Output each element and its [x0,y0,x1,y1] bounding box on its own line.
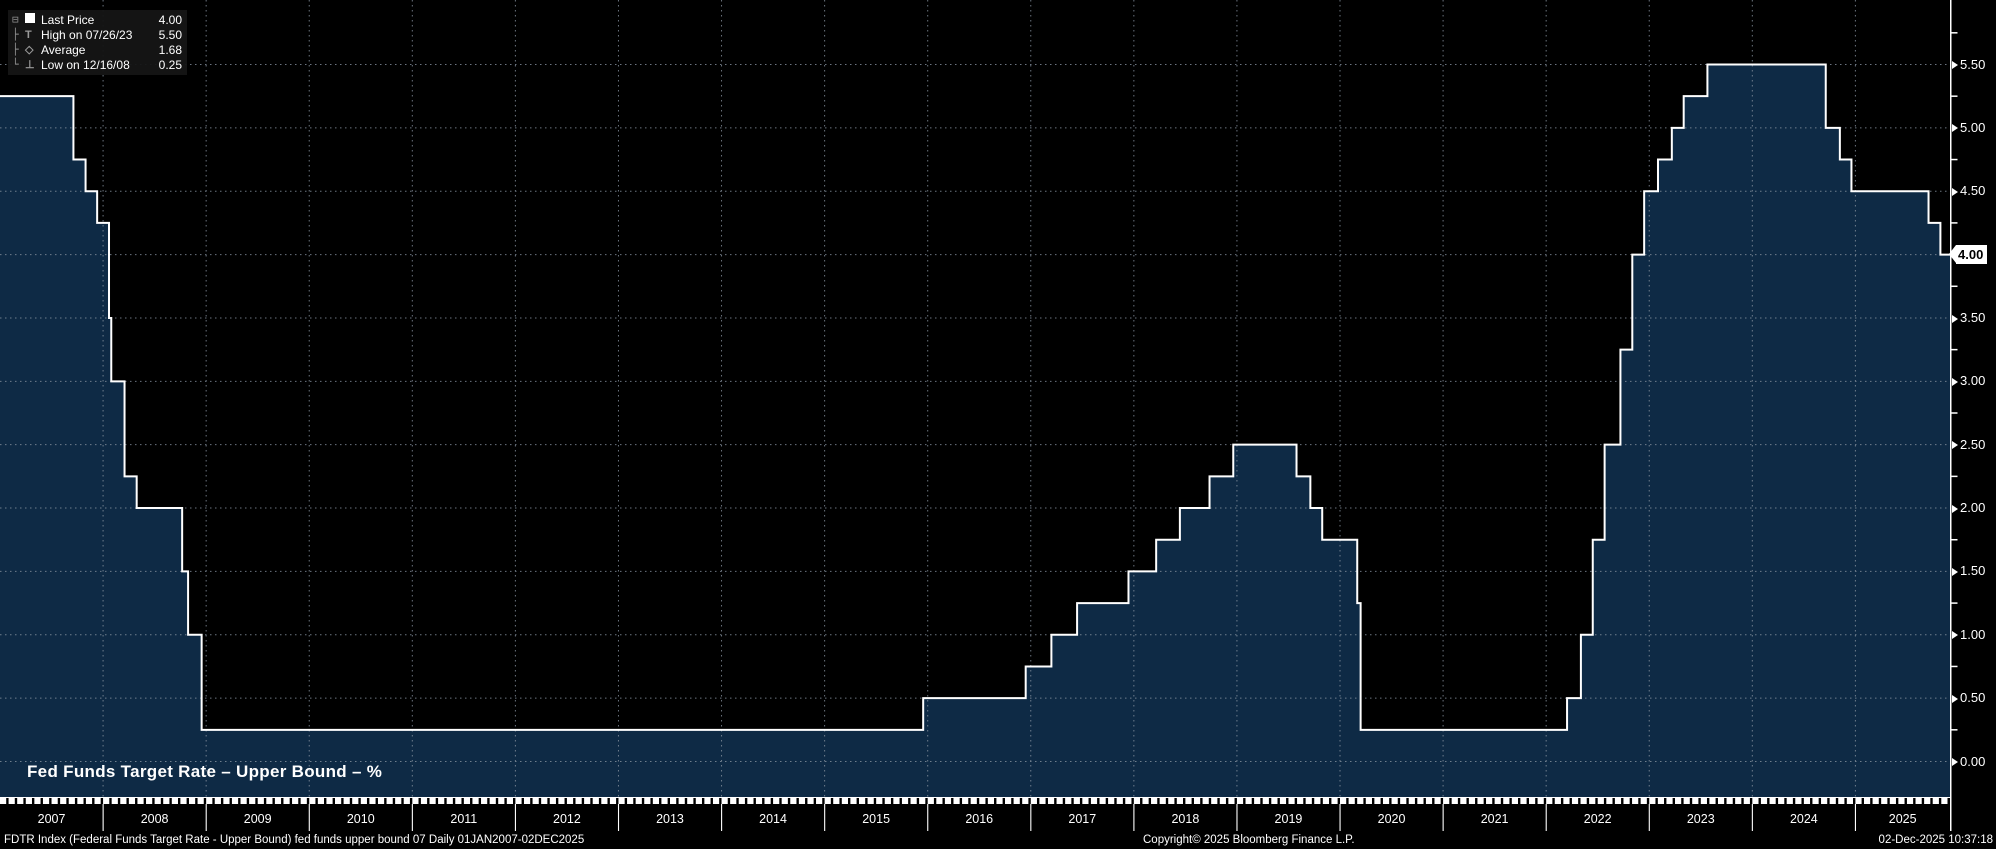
tick-arrow-icon [1952,187,1958,196]
x-axis-year-label: 2016 [965,812,994,826]
y-axis-label: 1.00 [1952,627,1985,643]
x-axis-year-label: 2024 [1789,812,1818,826]
legend-label: Low on 12/16/08 [41,57,130,72]
y-axis-label: 3.50 [1952,310,1985,326]
tick-arrow-icon [1952,504,1958,513]
x-axis-year-label: 2013 [656,812,684,826]
x-axis-year-label: 2025 [1888,812,1917,826]
legend-label: Last Price [41,12,95,27]
legend-row-low[interactable]: └ ⊥ Low on 12/16/08 0.25 [12,57,182,72]
legend-value: 4.00 [158,12,182,27]
legend-tree-branch: ├ [12,43,19,56]
tick-arrow-icon [1952,124,1958,133]
tick-arrow-icon [1952,631,1958,640]
rate-area-chart[interactable] [0,0,1996,849]
x-axis-year-label: 2019 [1274,812,1303,826]
legend-label: Average [41,42,86,57]
chart-title: Fed Funds Target Rate – Upper Bound – % [27,762,383,781]
legend-row-high[interactable]: ├ T High on 07/26/23 5.50 [12,27,182,42]
timestamp: 02-Dec-2025 10:37:18 [1878,834,1993,846]
x-axis-year-label: 2020 [1377,812,1406,826]
legend-row-average[interactable]: ├ ◇ Average 1.68 [12,42,182,57]
chart-legend[interactable]: ⊟ Last Price 4.00 ├ T High on 07/26/23 5… [8,10,187,75]
last-price-tag: 4.00 [1948,245,1988,265]
legend-label: High on 07/26/23 [41,27,133,42]
average-marker-icon: ◇ [25,44,34,56]
tick-arrow-icon [1952,377,1958,386]
x-axis-year-label: 2012 [553,812,581,826]
x-axis-year-label: 2008 [140,812,169,826]
y-axis-label: 5.50 [1952,57,1985,73]
x-axis-year-label: 2007 [37,812,66,826]
security-description: FDTR Index (Federal Funds Target Rate - … [4,834,585,846]
tick-arrow-icon [1952,567,1958,576]
tick-arrow-icon [1952,694,1958,703]
y-axis-label: 0.50 [1952,690,1985,706]
y-axis-label: 2.00 [1952,500,1985,516]
tick-arrow-icon [1952,61,1958,70]
low-whisker-icon: ⊥ [25,59,35,71]
tick-arrow-icon [1952,314,1958,323]
legend-value: 5.50 [158,27,182,42]
y-axis-label: 0.00 [1952,754,1985,770]
x-axis-year-label: 2010 [346,812,375,826]
last-price-swatch-icon [25,13,41,26]
legend-value: 1.68 [158,42,182,57]
tick-arrow-icon [1952,441,1958,450]
x-axis-year-label: 2022 [1583,812,1612,826]
x-axis-year-label: 2014 [759,812,787,826]
copyright-notice: Copyright© 2025 Bloomberg Finance L.P. [1143,834,1355,846]
y-axis-label: 5.00 [1952,120,1985,136]
y-axis-label: 4.50 [1952,183,1985,199]
x-axis-year-label: 2011 [450,812,478,826]
legend-expand-icon[interactable]: ⊟ [12,13,25,26]
y-axis-label: 1.50 [1952,563,1985,579]
bloomberg-chart-screen: ⊟ Last Price 4.00 ├ T High on 07/26/23 5… [0,0,1996,849]
high-whisker-icon: T [25,28,32,41]
x-axis-year-label: 2023 [1686,812,1715,826]
legend-value: 0.25 [158,57,182,72]
x-axis-year-label: 2018 [1171,812,1200,826]
legend-tree-branch: └ [12,58,19,71]
status-bar: FDTR Index (Federal Funds Target Rate - … [0,832,1996,849]
y-axis-label: 3.00 [1952,373,1985,389]
x-axis-year-label: 2021 [1480,812,1509,826]
legend-row-last-price[interactable]: ⊟ Last Price 4.00 [12,12,182,27]
legend-tree-branch: ├ [12,28,19,41]
x-axis-year-label: 2015 [862,812,891,826]
y-axis-label: 2.50 [1952,437,1985,453]
tick-arrow-icon [1952,758,1958,767]
x-axis-year-label: 2009 [243,812,272,826]
x-axis-year-label: 2017 [1068,812,1097,826]
